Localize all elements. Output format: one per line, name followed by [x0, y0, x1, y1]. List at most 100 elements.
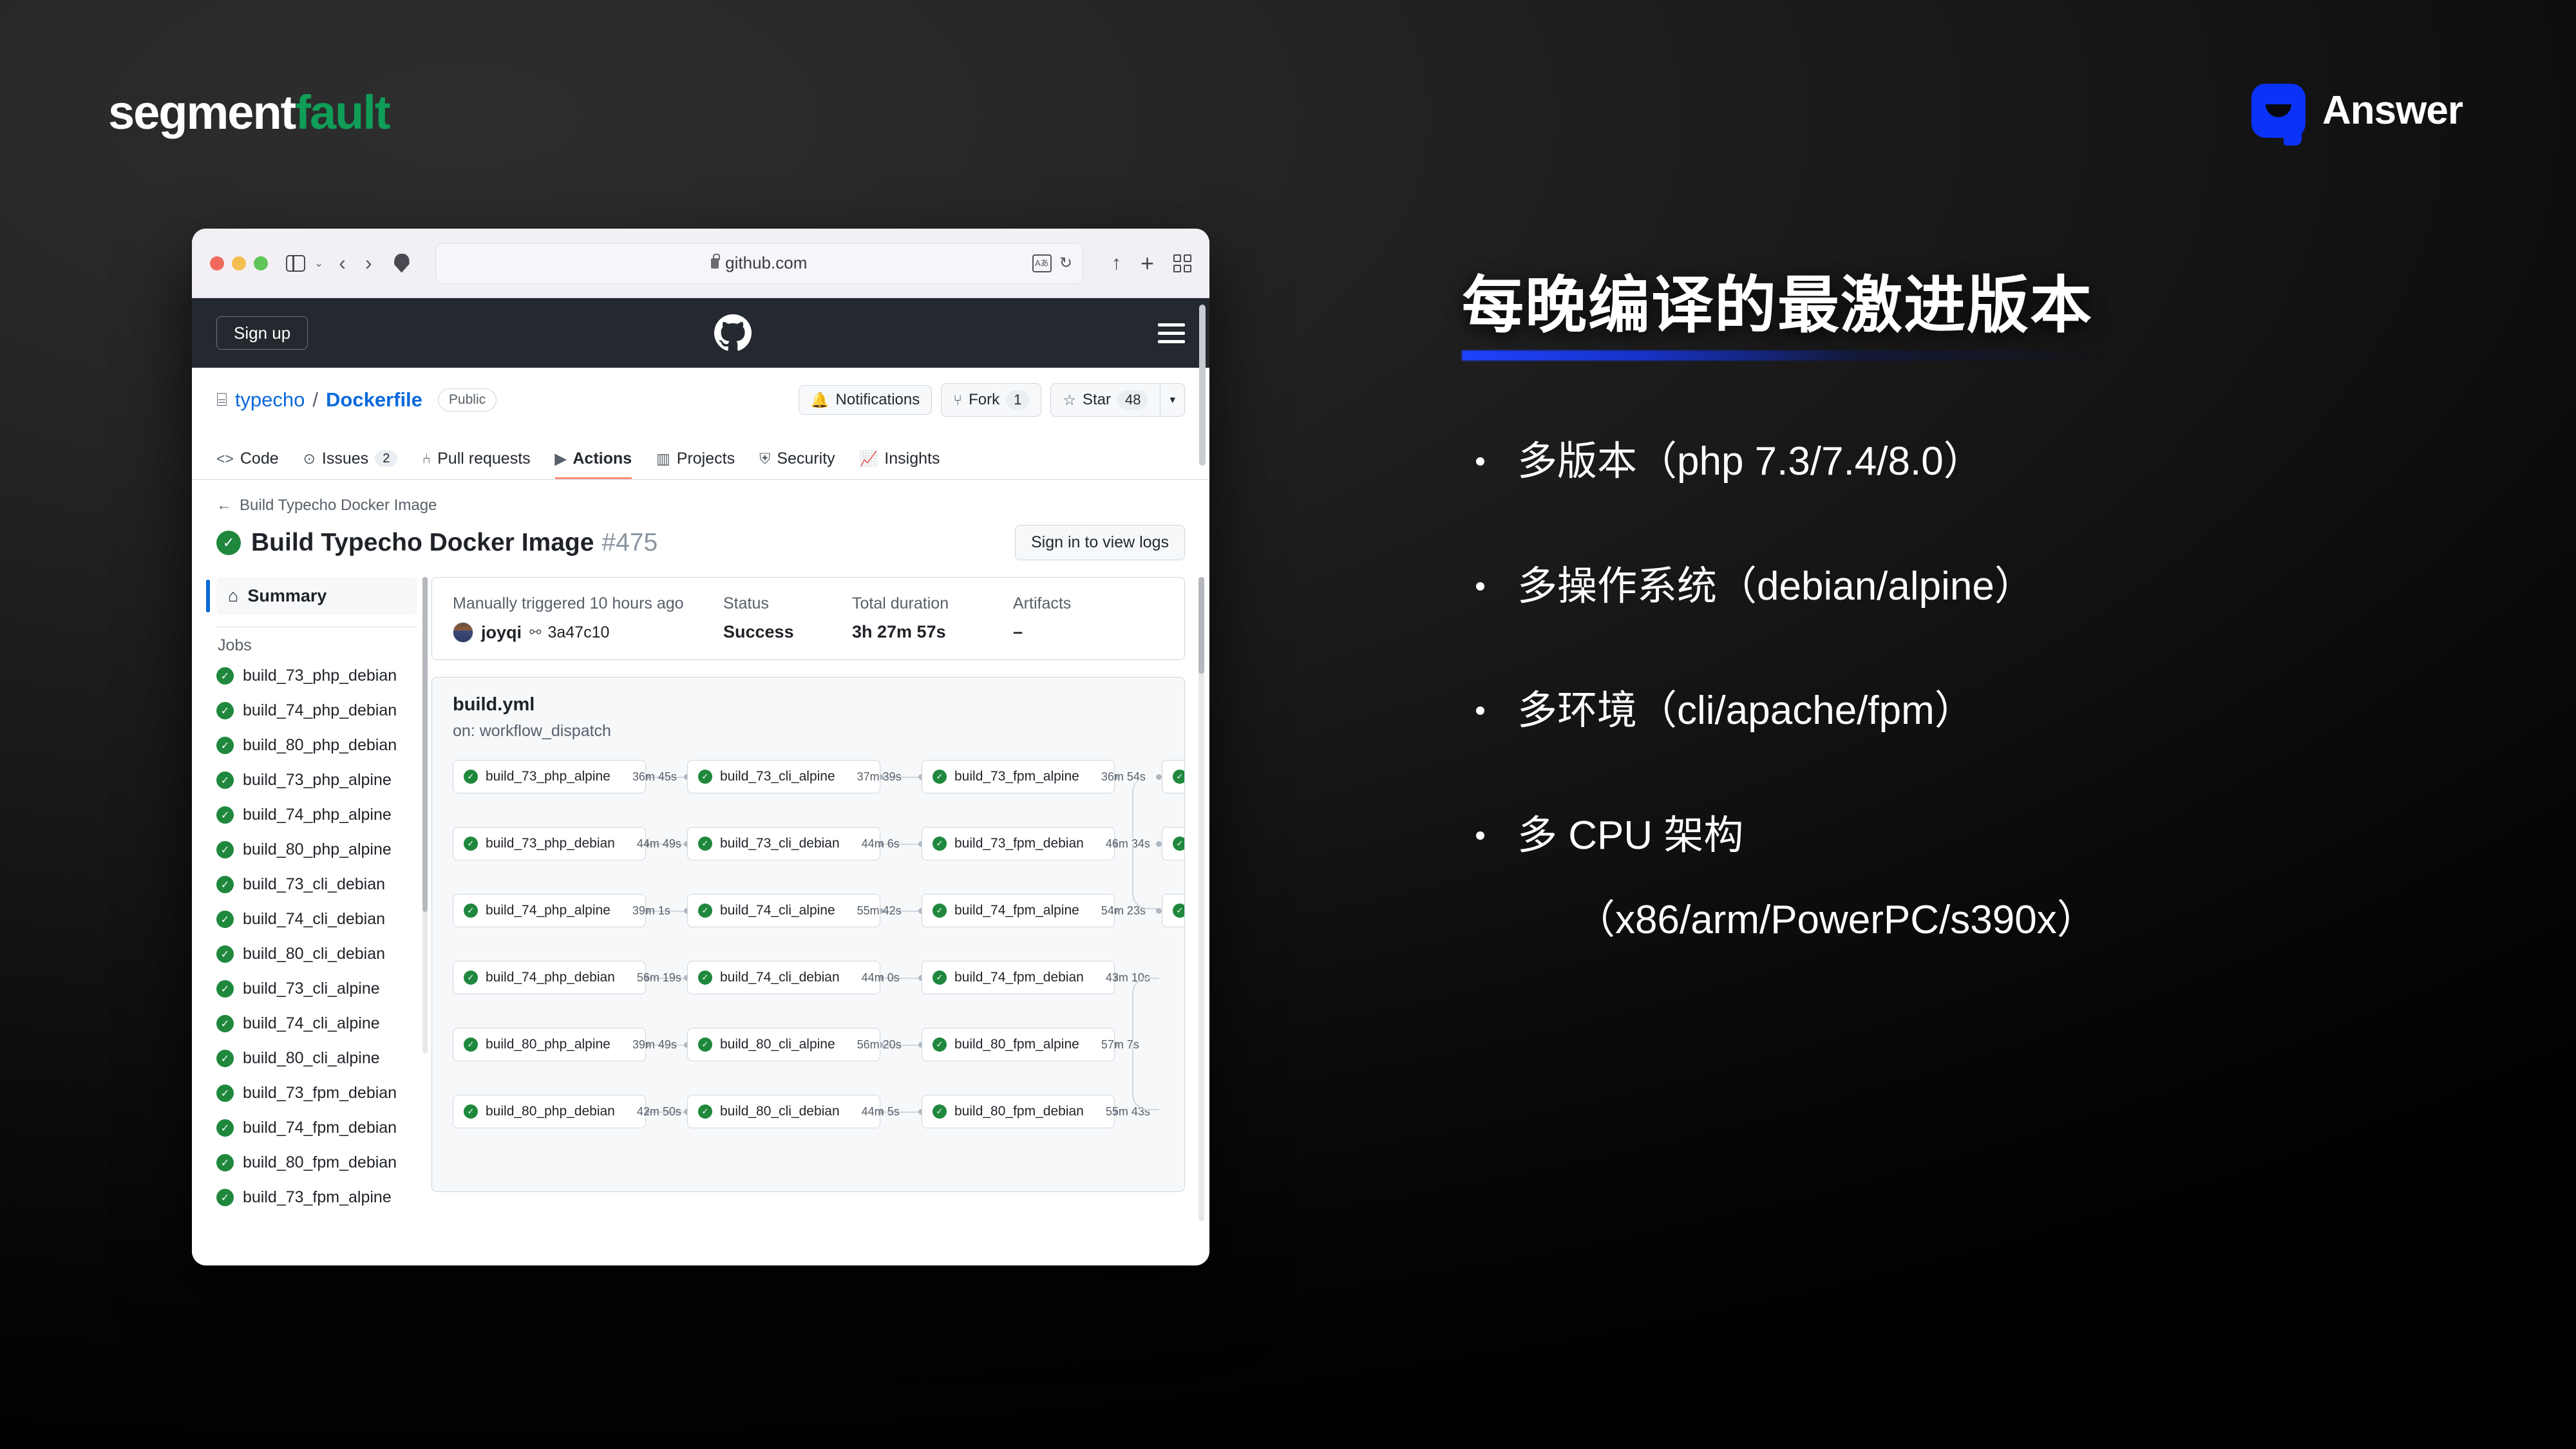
- github-octocat-icon[interactable]: [308, 314, 1158, 352]
- graph-node[interactable]: ✓ build_74_php_alpine 39m 1s: [453, 894, 670, 927]
- hamburger-icon[interactable]: [1158, 323, 1185, 343]
- list-item[interactable]: ✓ build_74_php_debian: [216, 701, 417, 720]
- graph-node[interactable]: ✓ build_80_cli_alpine 56m 20s: [687, 1028, 902, 1061]
- graph-node[interactable]: ✓ build_73_cli_debian 44m 6s: [687, 827, 900, 860]
- sign-in-to-view-logs-button[interactable]: Sign in to view logs: [1014, 525, 1185, 560]
- commit-sha[interactable]: ⚯ 3a47c10: [529, 623, 609, 642]
- meta-artifacts-label: Artifacts: [1013, 594, 1072, 612]
- check-circle-icon: ✓: [464, 770, 478, 784]
- graph-node[interactable]: ✓ build_73_php_alpine 36m 45s: [453, 760, 677, 793]
- tab-projects[interactable]: ▥ Projects: [656, 451, 735, 479]
- graph-node[interactable]: ✓ build_80_php_debian 42m 50s: [453, 1095, 681, 1128]
- tab-issues[interactable]: ⊙ Issues 2: [303, 450, 398, 479]
- list-item[interactable]: ✓ build_73_cli_alpine: [216, 980, 417, 998]
- list-item[interactable]: ✓ build_80_cli_debian: [216, 945, 417, 963]
- tab-code[interactable]: <> Code: [216, 451, 279, 479]
- sidebar-scrollbar[interactable]: [422, 577, 428, 1054]
- run-main-column: Manually triggered 10 hours ago joyqi ⚯ …: [431, 577, 1209, 1253]
- forward-icon[interactable]: ›: [361, 251, 376, 275]
- graph-node-duration: 56m 20s: [857, 1037, 902, 1051]
- breadcrumb-label: Build Typecho Docker Image: [240, 497, 437, 514]
- check-circle-icon: ✓: [933, 770, 947, 784]
- star-button[interactable]: ☆ Star 48: [1050, 383, 1160, 417]
- tab-overview-icon[interactable]: [1173, 254, 1191, 272]
- graph-node-duration: 37m 39s: [857, 770, 902, 783]
- fork-button[interactable]: ⑂ Fork 1: [941, 383, 1042, 417]
- tab-insights[interactable]: 📈 Insights: [860, 451, 940, 479]
- tab-actions[interactable]: ▶ Actions: [554, 451, 632, 479]
- page-title: 每晚编译的最激进版本: [1462, 271, 2093, 340]
- check-circle-icon: ✓: [216, 911, 234, 928]
- check-circle-icon: ✓: [216, 667, 234, 685]
- list-item[interactable]: ✓ build_80_php_debian: [216, 736, 417, 755]
- list-item[interactable]: ✓ build_80_cli_alpine: [216, 1049, 417, 1068]
- reload-icon[interactable]: ↻: [1059, 254, 1072, 272]
- graph-node-duration: 42m 50s: [636, 1104, 681, 1118]
- list-item: 多环境（cli/apache/fpm）: [1462, 686, 2492, 736]
- graph-node[interactable]: ✓ build_73_cli_alpine 37m 39s: [687, 760, 902, 793]
- translate-icon[interactable]: Aあ: [1032, 254, 1052, 272]
- list-item[interactable]: ✓ build_74_cli_debian: [216, 910, 417, 929]
- check-circle-icon: ✓: [216, 1015, 234, 1032]
- graph-node[interactable]: ✓ build_74_cli_debian 44m 0s: [687, 961, 900, 994]
- job-label: build_73_cli_alpine: [243, 980, 380, 998]
- sidebar-item-summary[interactable]: ⌂ Summary: [206, 577, 417, 615]
- sidebar-icon[interactable]: [286, 254, 305, 272]
- close-icon[interactable]: [210, 256, 224, 270]
- new-tab-icon[interactable]: +: [1141, 251, 1154, 275]
- list-item[interactable]: ✓ build_80_fpm_debian: [216, 1153, 417, 1172]
- tab-security[interactable]: ⛨ Security: [759, 451, 835, 479]
- graph-node[interactable]: ✓ build_74_php_debian 56m 19s: [453, 961, 681, 994]
- check-circle-icon: ✓: [216, 1119, 234, 1137]
- breadcrumb-back[interactable]: ← Build Typecho Docker Image: [216, 497, 1185, 515]
- notifications-button[interactable]: 🔔 Notifications: [798, 385, 933, 415]
- repo-name-link[interactable]: Dockerfile: [326, 388, 422, 412]
- graph-node[interactable]: ✓ build_80_fpm_debian 55m 43s: [922, 1095, 1150, 1128]
- check-circle-icon: ✓: [1173, 837, 1184, 851]
- list-item[interactable]: ✓ build_73_fpm_debian: [216, 1084, 417, 1103]
- main-scrollbar[interactable]: [1198, 577, 1204, 1221]
- run-title: Build Typecho Docker Image: [251, 529, 594, 556]
- graph-node[interactable]: ✓ build_80_php_alpine 39m 49s: [453, 1028, 677, 1061]
- graph-node[interactable]: ✓ build_74_fpm_debian 43m 10s: [922, 961, 1150, 994]
- graph-node-duration: 54m 23s: [1101, 904, 1146, 917]
- address-bar[interactable]: github.com Aあ ↻: [435, 242, 1083, 284]
- graph-node[interactable]: ✓ build_74_fpm_alpine 54m 23s: [922, 894, 1146, 927]
- meta-status-value: Success: [723, 622, 794, 641]
- list-item[interactable]: ✓ build_80_php_alpine: [216, 840, 417, 859]
- list-item[interactable]: ✓ build_73_cli_debian: [216, 875, 417, 894]
- list-item[interactable]: ✓ build_73_php_alpine: [216, 771, 417, 790]
- list-item[interactable]: ✓ build_73_php_debian: [216, 667, 417, 685]
- graph-node[interactable]: ✓ build_80_apache_d: [1162, 894, 1184, 927]
- graph-node[interactable]: ✓ build_74_apache_d: [1162, 827, 1184, 860]
- graph-node[interactable]: ✓ build_73_apache_d: [1162, 760, 1184, 793]
- list-item[interactable]: ✓ build_74_fpm_debian: [216, 1119, 417, 1137]
- sign-up-button[interactable]: Sign up: [216, 316, 308, 350]
- list-item[interactable]: ✓ build_74_cli_alpine: [216, 1014, 417, 1033]
- graph-node[interactable]: ✓ build_73_fpm_alpine 36m 54s: [922, 760, 1146, 793]
- list-item[interactable]: ✓ build_73_fpm_alpine: [216, 1188, 417, 1207]
- graph-node[interactable]: ✓ build_80_fpm_alpine 57m 7s: [922, 1028, 1139, 1061]
- repo-owner-link[interactable]: typecho: [235, 388, 305, 412]
- graph-node[interactable]: ✓ build_73_fpm_debian 46m 34s: [922, 827, 1150, 860]
- check-circle-icon: ✓: [216, 737, 234, 754]
- actor-name[interactable]: joyqi: [481, 623, 522, 643]
- graph-node[interactable]: ✓ build_73_php_debian 44m 49s: [453, 827, 681, 860]
- back-icon[interactable]: ‹: [335, 251, 350, 275]
- window-controls[interactable]: [210, 256, 268, 270]
- repo-icon: ⌸: [216, 389, 227, 410]
- star-dropdown-caret-icon[interactable]: ▾: [1160, 383, 1185, 417]
- chevron-down-icon[interactable]: ⌄: [314, 257, 323, 270]
- list-item[interactable]: ✓ build_74_php_alpine: [216, 806, 417, 824]
- share-icon[interactable]: ↑: [1112, 253, 1121, 273]
- fork-count: 1: [1006, 390, 1030, 410]
- commit-sha-text: 3a47c10: [547, 623, 610, 641]
- page-scrollbar[interactable]: [1199, 305, 1206, 466]
- tab-pull-requests[interactable]: ⑃ Pull requests: [422, 451, 530, 479]
- graph-node[interactable]: ✓ build_74_cli_alpine 55m 42s: [687, 894, 902, 927]
- maximize-icon[interactable]: [254, 256, 268, 270]
- minimize-icon[interactable]: [232, 256, 246, 270]
- graph-node[interactable]: ✓ build_80_cli_debian 44m 5s: [687, 1095, 900, 1128]
- shield-icon[interactable]: [393, 253, 410, 273]
- meta-duration-label: Total duration: [852, 594, 949, 612]
